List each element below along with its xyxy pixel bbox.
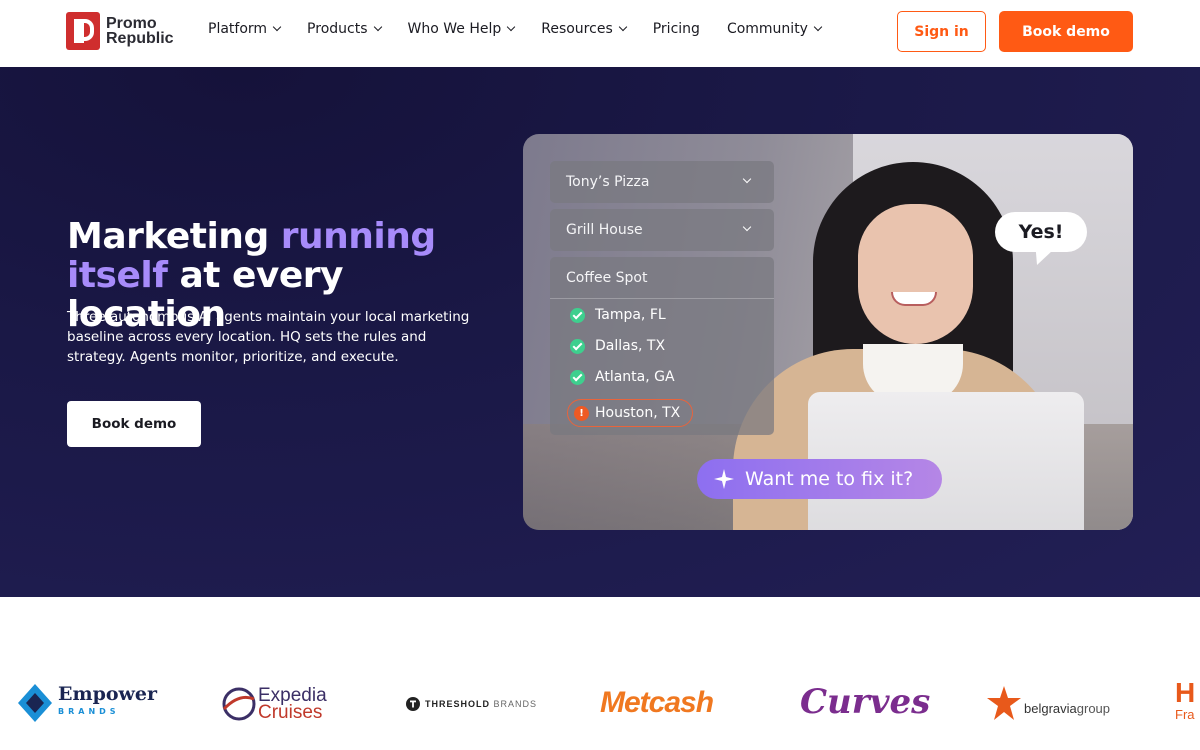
belgravia-sub: group xyxy=(1076,700,1111,716)
hero-section: Marketing running itself at every locatio… xyxy=(0,67,1200,597)
promorepublic-logo-mark-icon xyxy=(66,12,100,50)
curves-wordmark: Curves xyxy=(800,682,931,722)
nav-item-platform[interactable]: Platform xyxy=(208,21,282,37)
partial-brand-logo: H Fra xyxy=(1175,677,1196,724)
location-item-dallas[interactable]: Dallas, TX xyxy=(570,338,665,354)
chevron-down-icon xyxy=(272,22,282,32)
nav-item-label: Platform xyxy=(208,21,268,37)
threshold-logo-icon xyxy=(406,697,420,711)
chevron-down-icon xyxy=(813,22,823,32)
expedia-sub: Cruises xyxy=(258,702,323,723)
promorepublic-logo[interactable]: Promo Republic xyxy=(66,12,174,50)
nav-item-who-we-help[interactable]: Who We Help xyxy=(407,21,516,37)
dropdown-label: Coffee Spot xyxy=(566,269,648,286)
sign-in-button[interactable]: Sign in xyxy=(897,11,986,52)
fix-it-prompt-label: Want me to fix it? xyxy=(745,468,914,490)
dropdown-coffee-spot-header[interactable]: Coffee Spot xyxy=(550,257,774,299)
location-name: Tampa, FL xyxy=(595,307,666,323)
sparkle-icon xyxy=(714,469,734,489)
book-demo-hero-button[interactable]: Book demo xyxy=(67,401,201,447)
threshold-brands-logo: THRESHOLD BRANDS xyxy=(406,697,537,711)
speech-bubble: Yes! xyxy=(995,212,1087,252)
threshold-name: THRESHOLD xyxy=(425,699,490,709)
nav-item-label: Pricing xyxy=(652,21,700,37)
check-circle-icon xyxy=(570,307,585,323)
threshold-sub: BRANDS xyxy=(493,699,538,709)
dropdown-label: Tony’s Pizza xyxy=(566,174,650,190)
chevron-down-icon xyxy=(373,22,382,32)
chevron-down-icon xyxy=(742,222,752,232)
nav-item-resources[interactable]: Resources xyxy=(541,21,627,37)
empower-logo-icon xyxy=(18,684,52,722)
belgravia-wordmark: belgraviagroup xyxy=(1024,701,1110,716)
person-smile xyxy=(891,292,937,306)
expedia-globe-icon xyxy=(222,687,256,721)
metcash-wordmark: Metcash xyxy=(600,686,714,719)
location-name: Houston, TX xyxy=(595,405,681,421)
partial-brand-letter: H xyxy=(1175,677,1196,708)
empower-wordmark: Empower BRANDS xyxy=(58,685,157,721)
nav-menu: Platform Products Who We Help Resources … xyxy=(208,21,848,37)
empower-name: Empower xyxy=(58,683,157,705)
hero-title-part1: Marketing xyxy=(67,216,281,257)
location-item-atlanta[interactable]: Atlanta, GA xyxy=(570,369,675,385)
alert-circle-icon: ! xyxy=(574,405,589,421)
nav-item-label: Who We Help xyxy=(407,21,502,37)
hero-title-accent1: running xyxy=(280,216,436,257)
curves-logo: Curves xyxy=(800,682,930,722)
book-demo-nav-button[interactable]: Book demo xyxy=(999,11,1133,52)
location-name: Atlanta, GA xyxy=(595,369,675,385)
belgravia-group-logo: belgraviagroup xyxy=(987,686,1110,722)
location-item-houston-alert[interactable]: ! Houston, TX xyxy=(567,399,694,427)
metcash-logo: Metcash xyxy=(600,686,714,720)
logo-line2: Republic xyxy=(106,30,174,47)
nav-item-community[interactable]: Community xyxy=(726,21,823,37)
chevron-down-icon xyxy=(506,22,516,32)
dropdown-tonys-pizza[interactable]: Tony’s Pizza xyxy=(550,161,774,203)
nav-item-label: Products xyxy=(307,21,368,37)
nav-item-pricing[interactable]: Pricing xyxy=(653,21,700,37)
nav-item-products[interactable]: Products xyxy=(307,21,382,37)
hero-illustration-card: Tony’s Pizza Grill House Coffee Spot Tam… xyxy=(523,134,1133,530)
empower-brands-logo: Empower BRANDS xyxy=(18,684,157,722)
belgravia-star-icon xyxy=(987,686,1021,720)
dropdown-grill-house[interactable]: Grill House xyxy=(550,209,774,251)
chevron-down-icon xyxy=(742,174,752,184)
partial-brand-sub: Fra xyxy=(1175,707,1195,722)
customer-logos-strip xyxy=(0,597,1200,750)
location-name: Dallas, TX xyxy=(595,338,666,354)
fix-it-prompt-button[interactable]: Want me to fix it? xyxy=(697,459,942,499)
threshold-wordmark: THRESHOLD BRANDS xyxy=(425,699,537,709)
chevron-down-icon xyxy=(618,22,627,32)
expedia-wordmark: Expedia Cruises xyxy=(258,686,327,723)
empower-sub: BRANDS xyxy=(58,707,120,716)
person-face xyxy=(858,204,973,344)
dropdown-label: Grill House xyxy=(566,222,643,238)
location-item-tampa[interactable]: Tampa, FL xyxy=(570,307,666,323)
check-circle-icon xyxy=(570,369,585,385)
nav-item-label: Resources xyxy=(541,21,613,37)
hero-title-accent2: itself xyxy=(67,255,168,296)
top-navigation: Promo Republic Platform Products Who We … xyxy=(0,0,1200,67)
check-circle-icon xyxy=(570,338,585,354)
belgravia-name: belgravia xyxy=(1024,700,1077,716)
expedia-cruises-logo: Expedia Cruises xyxy=(220,685,327,723)
nav-item-label: Community xyxy=(726,21,808,37)
hero-description: Three autonomous AI agents maintain your… xyxy=(67,309,470,365)
logo-wordmark: Promo Republic xyxy=(106,16,174,47)
